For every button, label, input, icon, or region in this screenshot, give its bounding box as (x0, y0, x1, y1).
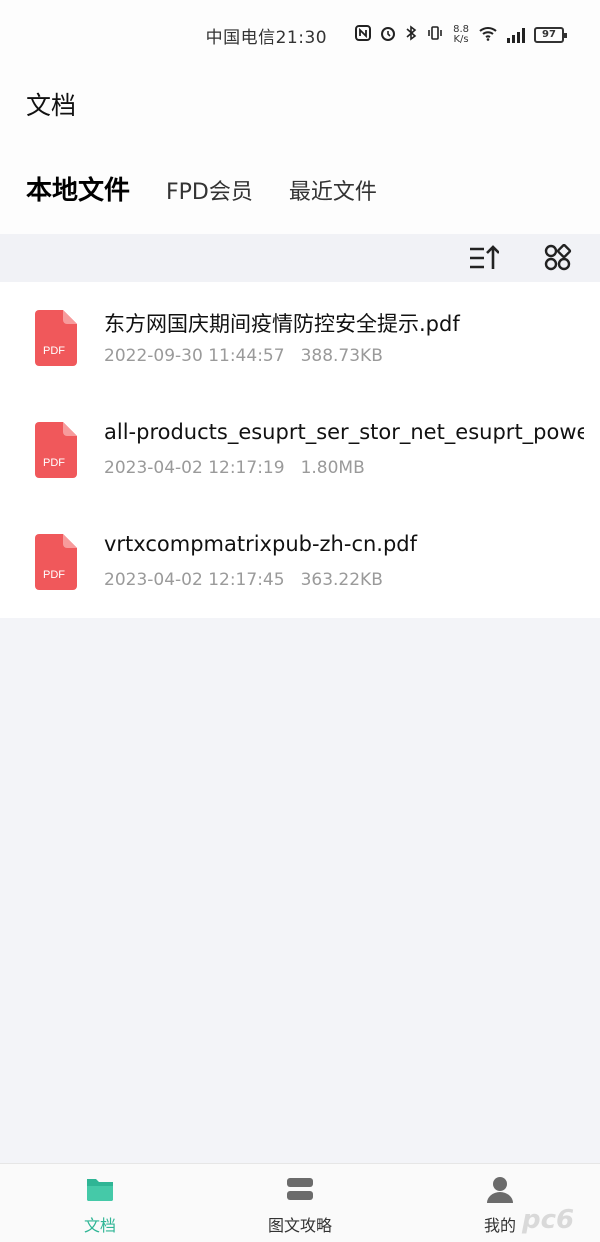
nav-label-docs: 文档 (83, 1216, 116, 1235)
pdf-file-icon: PDF (35, 422, 77, 478)
pdf-icon-label: PDF (43, 345, 65, 357)
file-meta: 2023-04-02 12:17:45 363.22KB (104, 570, 383, 590)
watermark: pc6 (522, 1205, 575, 1235)
page-title: 文档 (26, 91, 77, 120)
nav-item-mine[interactable]: 我的 (480, 1174, 520, 1236)
status-bar: 中国电信21:30 8.8 K/s 97 (0, 0, 600, 70)
file-item[interactable]: PDF vrtxcompmatrixpub-zh-cn.pdf 2023-04-… (0, 506, 600, 618)
tab-recent-files[interactable]: 最近文件 (289, 174, 377, 206)
category-icon (544, 244, 572, 271)
network-speed-unit: K/s (453, 34, 469, 45)
file-item[interactable]: PDF 东方网国庆期间疫情防控安全提示.pdf 2022-09-30 11:44… (0, 282, 600, 394)
signal-icon (507, 27, 525, 43)
app-header: 文档 本地文件 FPD会员 最近文件 (0, 70, 600, 234)
network-speed: 8.8 K/s (453, 25, 469, 45)
status-icons: 8.8 K/s 97 (355, 25, 567, 45)
file-date: 2022-09-30 11:44:57 (104, 346, 285, 366)
battery-icon: 97 (534, 27, 567, 43)
file-name: vrtxcompmatrixpub-zh-cn.pdf (104, 532, 418, 556)
tab-fpd-member[interactable]: FPD会员 (166, 174, 253, 206)
file-toolbar (0, 234, 600, 282)
file-meta: 2022-09-30 11:44:57 388.73KB (104, 346, 383, 366)
file-size: 388.73KB (300, 346, 383, 366)
alarm-icon (380, 25, 396, 45)
file-size: 363.22KB (300, 570, 383, 590)
wifi-icon (478, 25, 498, 45)
file-name: all-products_esuprt_ser_stor_net_esuprt_… (104, 420, 584, 444)
nav-item-guides[interactable]: 图文攻略 (262, 1174, 338, 1236)
file-size: 1.80MB (300, 458, 365, 478)
tab-local-files[interactable]: 本地文件 (26, 170, 130, 207)
nav-label-guides: 图文攻略 (267, 1216, 332, 1235)
user-icon (485, 1174, 515, 1204)
file-date: 2023-04-02 12:17:19 (104, 458, 285, 478)
pdf-icon-label: PDF (43, 569, 65, 581)
file-date: 2023-04-02 12:17:45 (104, 570, 285, 590)
folder-icon (85, 1174, 115, 1204)
sort-icon (470, 245, 499, 269)
nav-label-mine: 我的 (483, 1216, 516, 1235)
carrier-time: 中国电信21:30 (205, 27, 328, 48)
file-name: 东方网国庆期间疫情防控安全提示.pdf (104, 312, 460, 336)
file-meta: 2023-04-02 12:17:19 1.80MB (104, 458, 365, 478)
nav-item-docs[interactable]: 文档 (76, 1174, 124, 1236)
tab-bar: 本地文件 FPD会员 最近文件 (26, 170, 377, 207)
bottom-nav: 文档 图文攻略 我的 (0, 1163, 600, 1242)
pdf-file-icon: PDF (35, 310, 77, 366)
category-button[interactable] (542, 242, 574, 274)
pdf-file-icon: PDF (35, 534, 77, 590)
vibrate-icon (426, 25, 444, 45)
pdf-icon-label: PDF (43, 457, 65, 469)
nfc-icon (355, 25, 372, 45)
file-list: PDF 东方网国庆期间疫情防控安全提示.pdf 2022-09-30 11:44… (0, 282, 600, 618)
file-item[interactable]: PDF all-products_esuprt_ser_stor_net_esu… (0, 394, 600, 506)
guide-icon (285, 1174, 315, 1204)
sort-button[interactable] (468, 242, 500, 274)
bluetooth-icon (405, 25, 417, 45)
